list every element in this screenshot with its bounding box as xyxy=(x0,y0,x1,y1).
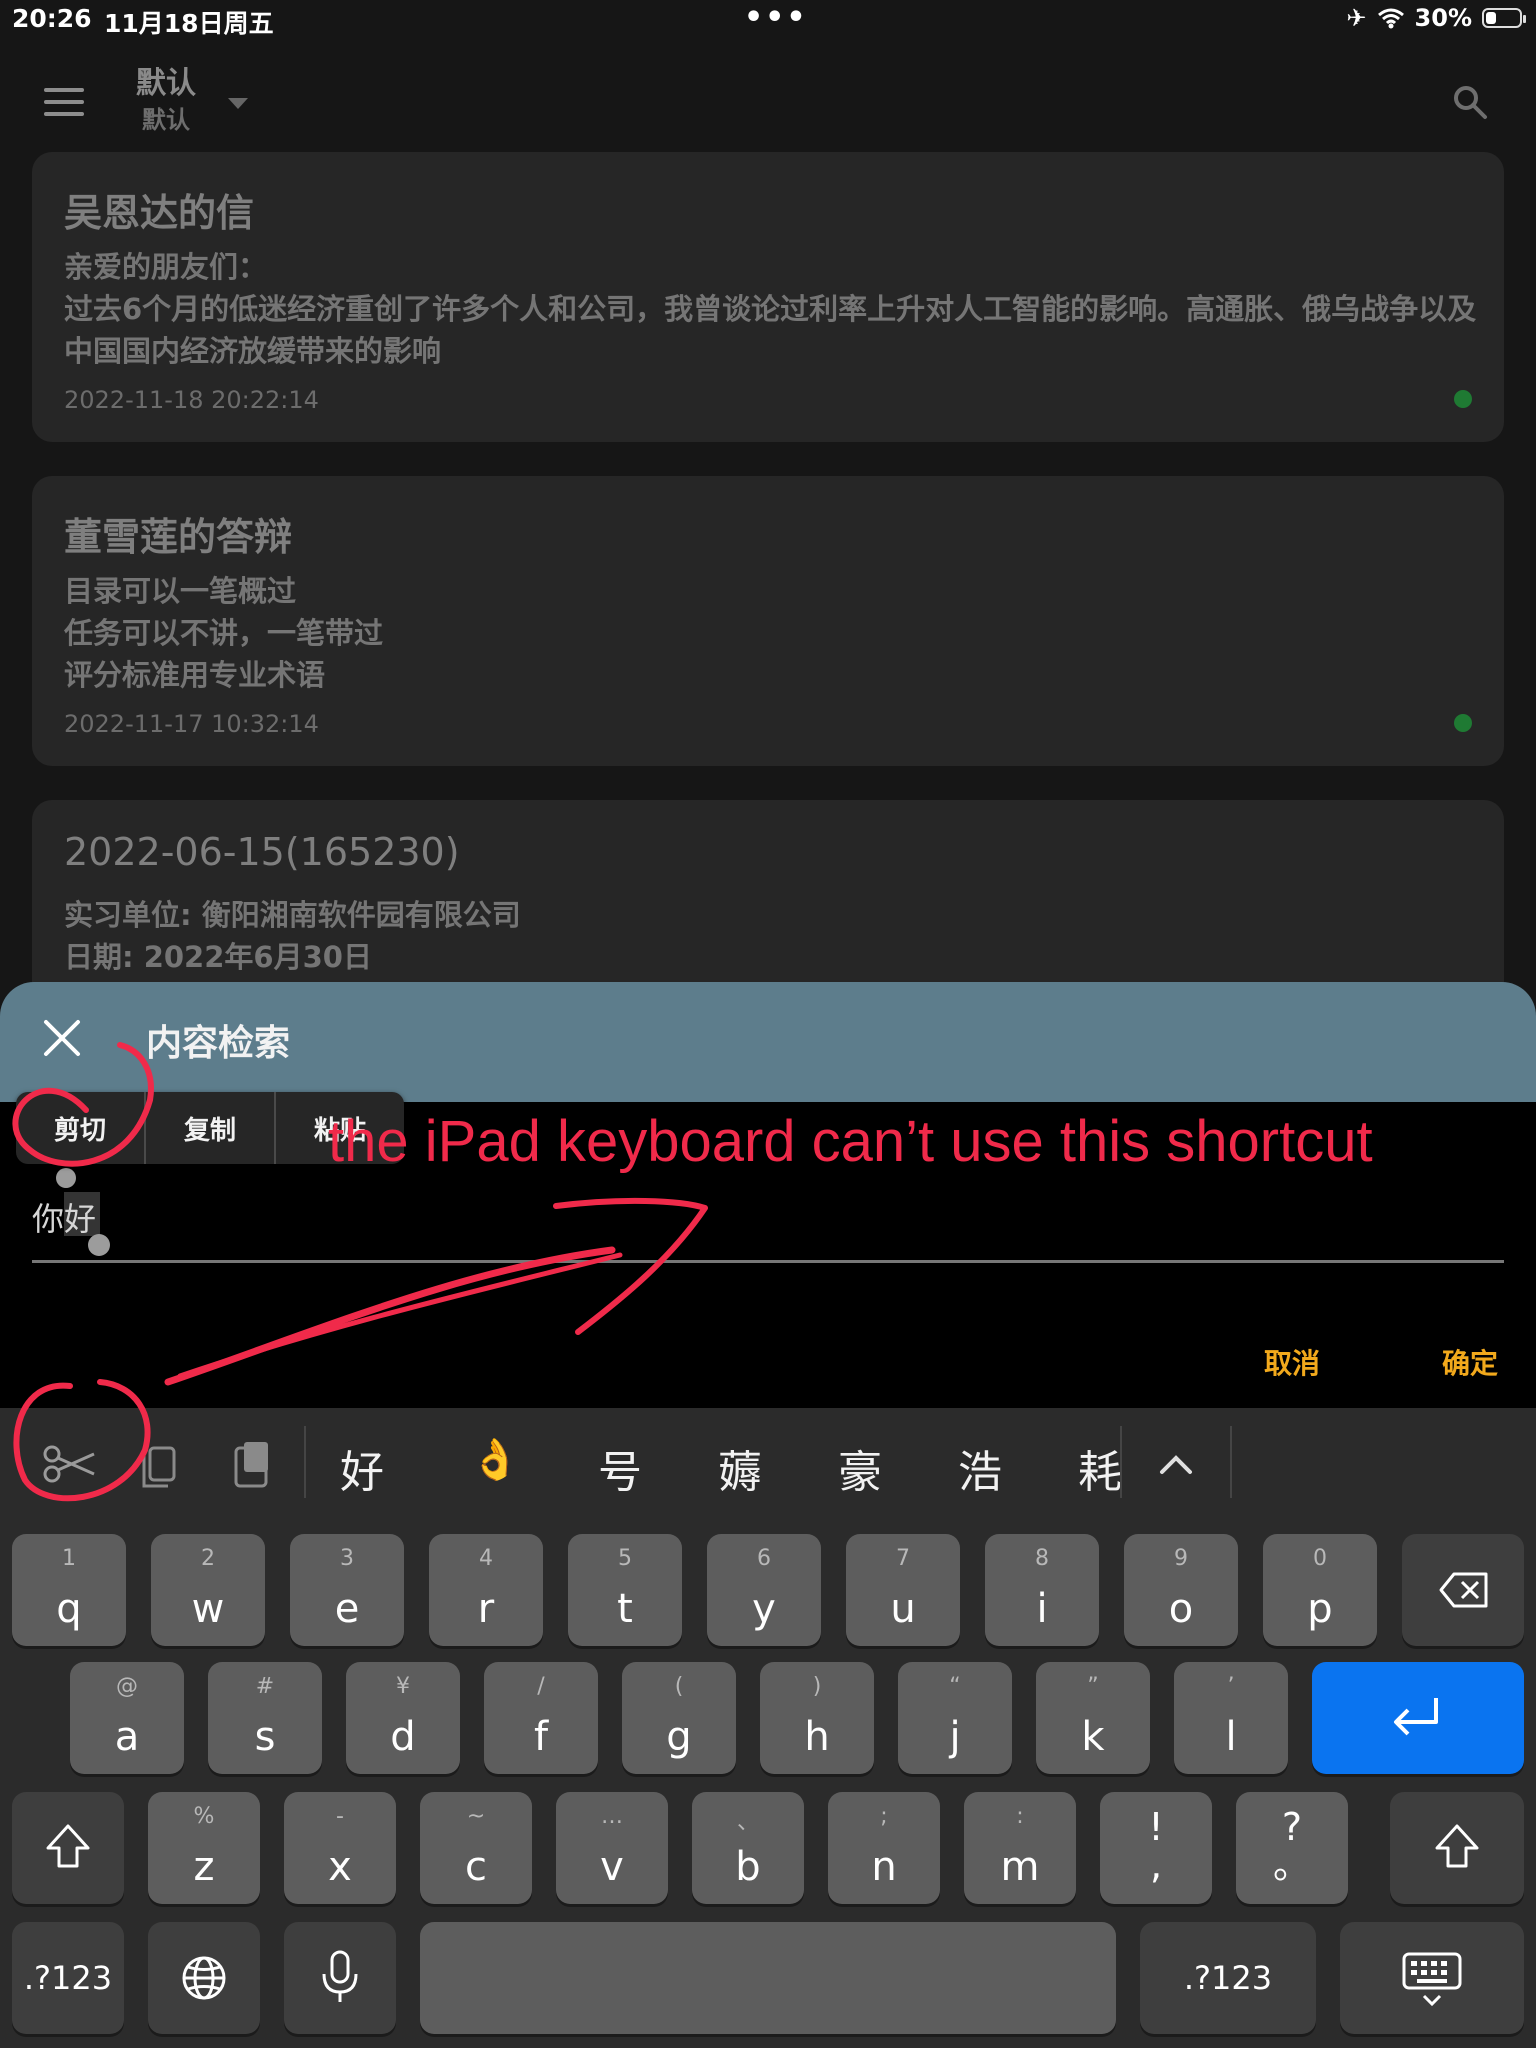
shift-key-right[interactable] xyxy=(1390,1792,1524,1904)
status-right: ✈ 30% xyxy=(1346,4,1526,32)
chevron-up-icon[interactable] xyxy=(1156,1446,1196,1482)
status-time: 20:26 xyxy=(12,4,92,33)
key-y[interactable]: 6y xyxy=(707,1534,821,1646)
shift-key-left[interactable] xyxy=(12,1792,124,1904)
note-title: 董雪莲的答辩 xyxy=(64,515,293,559)
note-card[interactable]: 吴恩达的信 亲爱的朋友们： 过去6个月的低迷经济重创了许多个人和公司，我曾谈论过… xyxy=(32,152,1504,442)
note-title: 2022-06-15(165230) xyxy=(64,830,460,874)
input-underline xyxy=(32,1260,1504,1263)
toolbar-divider xyxy=(1230,1426,1232,1498)
key-x[interactable]: -x xyxy=(284,1792,396,1904)
toolbar-divider xyxy=(304,1426,306,1498)
space-key[interactable] xyxy=(420,1922,1116,2034)
close-icon[interactable] xyxy=(40,1016,84,1060)
dismiss-keyboard-key[interactable] xyxy=(1340,1922,1524,2034)
selection-start-handle[interactable] xyxy=(56,1168,76,1188)
key-w[interactable]: 2w xyxy=(151,1534,265,1646)
key-b[interactable]: 、 b xyxy=(692,1792,804,1904)
battery-percent: 30% xyxy=(1414,4,1472,32)
key-i[interactable]: 8i xyxy=(985,1534,1099,1646)
key-d[interactable]: ¥ d xyxy=(346,1662,460,1774)
key-m[interactable]: :m xyxy=(964,1792,1076,1904)
backspace-key[interactable] xyxy=(1402,1534,1524,1646)
candidate-word[interactable]: 耗 xyxy=(1078,1436,1122,1500)
annotation-text: the iPad keyboard can’t use this shortcu… xyxy=(328,1109,1373,1174)
key-f[interactable]: / f xyxy=(484,1662,598,1774)
notebook-title[interactable]: 默认 xyxy=(136,58,196,102)
key-s[interactable]: # s xyxy=(208,1662,322,1774)
cancel-button[interactable]: 取消 xyxy=(1264,1342,1320,1382)
backspace-icon xyxy=(1439,1572,1488,1608)
note-title: 吴恩达的信 xyxy=(64,191,255,235)
key-j[interactable]: “j xyxy=(898,1662,1012,1774)
keyboard-dismiss-icon xyxy=(1402,1952,1462,2007)
note-timestamp: 2022-11-18 20:22:14 xyxy=(64,386,319,414)
notebook-subtitle[interactable]: 默认 xyxy=(142,100,190,135)
paste-icon[interactable] xyxy=(222,1434,282,1494)
battery-icon xyxy=(1482,8,1526,28)
key-t[interactable]: 5t xyxy=(568,1534,682,1646)
note-body: 亲爱的朋友们： 过去6个月的低迷经济重创了许多个人和公司，我曾谈论过利率上升对人… xyxy=(64,250,1477,368)
key-z[interactable]: % z xyxy=(148,1792,260,1904)
key-c[interactable]: ~ c xyxy=(420,1792,532,1904)
scissors-icon[interactable] xyxy=(40,1434,100,1494)
shift-icon xyxy=(46,1824,90,1868)
key-o[interactable]: 9o xyxy=(1124,1534,1238,1646)
key-r[interactable]: 4r xyxy=(429,1534,543,1646)
hamburger-menu-icon[interactable] xyxy=(44,88,84,118)
selection-end-handle[interactable] xyxy=(88,1234,110,1256)
wifi-icon xyxy=(1377,8,1404,29)
key-l[interactable]: ’ l xyxy=(1174,1662,1288,1774)
cut-menu-item[interactable]: 剪切 xyxy=(16,1092,146,1164)
search-icon[interactable] xyxy=(1452,84,1488,120)
candidate-word[interactable]: 号 xyxy=(598,1436,642,1500)
status-bar: 20:26 11月18日周五 ••• ✈ 30% xyxy=(0,0,1536,40)
return-icon xyxy=(1394,1698,1438,1736)
note-timestamp: 2022-11-17 10:32:14 xyxy=(64,710,319,738)
candidate-word[interactable]: 好 xyxy=(340,1436,384,1500)
note-body: 实习单位: 衡阳湘南软件园有限公司 日期: 2022年6月30日 xyxy=(64,898,521,974)
key-q[interactable]: 1q xyxy=(12,1534,126,1646)
multitasking-dots-icon[interactable]: ••• xyxy=(744,0,808,35)
sync-status-dot-icon xyxy=(1454,714,1472,732)
key-n[interactable]: ; n xyxy=(828,1792,940,1904)
globe-key[interactable] xyxy=(148,1922,260,2034)
microphone-key[interactable] xyxy=(284,1922,396,2034)
key-v[interactable]: … v xyxy=(556,1792,668,1904)
confirm-button[interactable]: 确定 xyxy=(1442,1342,1498,1382)
copy-icon[interactable] xyxy=(132,1434,192,1494)
status-date: 11月18日周五 xyxy=(104,9,274,38)
candidate-word[interactable]: 浩 xyxy=(958,1436,1002,1500)
key-question-period[interactable]: ? 。 xyxy=(1236,1792,1348,1904)
key-a[interactable]: @ a xyxy=(70,1662,184,1774)
candidate-word[interactable]: 豪 xyxy=(838,1436,882,1500)
candidate-divider xyxy=(1120,1426,1122,1498)
globe-icon xyxy=(182,1956,226,2000)
chevron-down-icon[interactable] xyxy=(228,98,248,109)
microphone-icon xyxy=(322,1950,358,2002)
candidate-word[interactable]: 薅 xyxy=(718,1436,762,1500)
airplane-icon: ✈ xyxy=(1346,4,1367,32)
key-p[interactable]: 0p xyxy=(1263,1534,1377,1646)
shift-icon xyxy=(1435,1824,1479,1868)
search-input[interactable]: 你好 xyxy=(32,1194,96,1240)
note-body: 目录可以一笔概过 任务可以不讲，一笔带过 评分标准用专业术语 xyxy=(64,574,384,692)
note-card[interactable]: 董雪莲的答辩 目录可以一笔概过 任务可以不讲，一笔带过 评分标准用专业术语 20… xyxy=(32,476,1504,766)
key-g[interactable]: (g xyxy=(622,1662,736,1774)
key-h[interactable]: ) h xyxy=(760,1662,874,1774)
key-exclaim-comma[interactable]: ! , xyxy=(1100,1792,1212,1904)
numbers-key-left[interactable]: .?123 xyxy=(12,1922,124,2034)
return-key[interactable] xyxy=(1312,1662,1524,1774)
numbers-key-right[interactable]: .?123 xyxy=(1140,1922,1316,2034)
candidate-word[interactable]: 👌 xyxy=(470,1436,520,1483)
copy-menu-item[interactable]: 复制 xyxy=(146,1092,276,1164)
key-e[interactable]: 3e xyxy=(290,1534,404,1646)
key-k[interactable]: ” k xyxy=(1036,1662,1150,1774)
dialog-title: 内容检索 xyxy=(146,1023,291,1064)
key-u[interactable]: 7u xyxy=(846,1534,960,1646)
battery-fill xyxy=(1486,12,1496,24)
sync-status-dot-icon xyxy=(1454,390,1472,408)
